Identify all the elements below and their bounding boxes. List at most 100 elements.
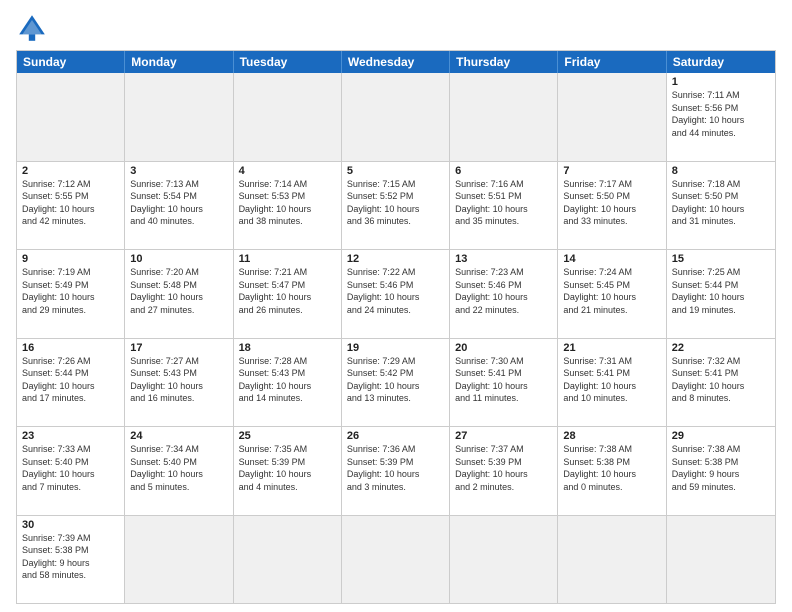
day-number: 3 <box>130 165 227 177</box>
day-info: Sunrise: 7:25 AM Sunset: 5:44 PM Dayligh… <box>672 266 770 316</box>
day-info: Sunrise: 7:36 AM Sunset: 5:39 PM Dayligh… <box>347 443 444 493</box>
day-number: 1 <box>672 76 770 88</box>
day-info: Sunrise: 7:17 AM Sunset: 5:50 PM Dayligh… <box>563 178 660 228</box>
day-info: Sunrise: 7:20 AM Sunset: 5:48 PM Dayligh… <box>130 266 227 316</box>
logo <box>16 12 52 44</box>
calendar-header: SundayMondayTuesdayWednesdayThursdayFrid… <box>17 51 775 73</box>
day-number: 26 <box>347 430 444 442</box>
calendar-cell <box>234 73 342 161</box>
day-info: Sunrise: 7:39 AM Sunset: 5:38 PM Dayligh… <box>22 532 119 582</box>
calendar-cell: 4Sunrise: 7:14 AM Sunset: 5:53 PM Daylig… <box>234 162 342 250</box>
day-info: Sunrise: 7:21 AM Sunset: 5:47 PM Dayligh… <box>239 266 336 316</box>
day-info: Sunrise: 7:34 AM Sunset: 5:40 PM Dayligh… <box>130 443 227 493</box>
day-info: Sunrise: 7:38 AM Sunset: 5:38 PM Dayligh… <box>563 443 660 493</box>
day-number: 17 <box>130 342 227 354</box>
weekday-header: Saturday <box>667 51 775 73</box>
calendar-cell: 1Sunrise: 7:11 AM Sunset: 5:56 PM Daylig… <box>667 73 775 161</box>
day-number: 7 <box>563 165 660 177</box>
day-info: Sunrise: 7:33 AM Sunset: 5:40 PM Dayligh… <box>22 443 119 493</box>
calendar-cell <box>450 73 558 161</box>
day-number: 6 <box>455 165 552 177</box>
day-info: Sunrise: 7:14 AM Sunset: 5:53 PM Dayligh… <box>239 178 336 228</box>
day-info: Sunrise: 7:16 AM Sunset: 5:51 PM Dayligh… <box>455 178 552 228</box>
day-info: Sunrise: 7:23 AM Sunset: 5:46 PM Dayligh… <box>455 266 552 316</box>
calendar-cell <box>558 73 666 161</box>
calendar-cell <box>342 73 450 161</box>
calendar-cell: 27Sunrise: 7:37 AM Sunset: 5:39 PM Dayli… <box>450 427 558 515</box>
day-number: 10 <box>130 253 227 265</box>
calendar-row: 9Sunrise: 7:19 AM Sunset: 5:49 PM Daylig… <box>17 250 775 339</box>
calendar-cell: 6Sunrise: 7:16 AM Sunset: 5:51 PM Daylig… <box>450 162 558 250</box>
header <box>16 12 776 44</box>
calendar-cell: 22Sunrise: 7:32 AM Sunset: 5:41 PM Dayli… <box>667 339 775 427</box>
calendar-cell: 3Sunrise: 7:13 AM Sunset: 5:54 PM Daylig… <box>125 162 233 250</box>
weekday-header: Wednesday <box>342 51 450 73</box>
day-number: 20 <box>455 342 552 354</box>
day-number: 15 <box>672 253 770 265</box>
day-info: Sunrise: 7:30 AM Sunset: 5:41 PM Dayligh… <box>455 355 552 405</box>
day-number: 30 <box>22 519 119 531</box>
calendar-cell: 11Sunrise: 7:21 AM Sunset: 5:47 PM Dayli… <box>234 250 342 338</box>
calendar-row: 23Sunrise: 7:33 AM Sunset: 5:40 PM Dayli… <box>17 427 775 516</box>
weekday-header: Sunday <box>17 51 125 73</box>
day-number: 24 <box>130 430 227 442</box>
day-number: 2 <box>22 165 119 177</box>
day-info: Sunrise: 7:32 AM Sunset: 5:41 PM Dayligh… <box>672 355 770 405</box>
day-info: Sunrise: 7:37 AM Sunset: 5:39 PM Dayligh… <box>455 443 552 493</box>
page: SundayMondayTuesdayWednesdayThursdayFrid… <box>0 0 792 612</box>
weekday-header: Monday <box>125 51 233 73</box>
day-number: 16 <box>22 342 119 354</box>
day-info: Sunrise: 7:38 AM Sunset: 5:38 PM Dayligh… <box>672 443 770 493</box>
day-number: 11 <box>239 253 336 265</box>
day-info: Sunrise: 7:35 AM Sunset: 5:39 PM Dayligh… <box>239 443 336 493</box>
day-number: 5 <box>347 165 444 177</box>
calendar-cell <box>17 73 125 161</box>
day-info: Sunrise: 7:26 AM Sunset: 5:44 PM Dayligh… <box>22 355 119 405</box>
day-info: Sunrise: 7:18 AM Sunset: 5:50 PM Dayligh… <box>672 178 770 228</box>
calendar-cell: 8Sunrise: 7:18 AM Sunset: 5:50 PM Daylig… <box>667 162 775 250</box>
day-info: Sunrise: 7:19 AM Sunset: 5:49 PM Dayligh… <box>22 266 119 316</box>
calendar-cell: 29Sunrise: 7:38 AM Sunset: 5:38 PM Dayli… <box>667 427 775 515</box>
calendar-row: 30Sunrise: 7:39 AM Sunset: 5:38 PM Dayli… <box>17 516 775 604</box>
day-number: 28 <box>563 430 660 442</box>
calendar-cell: 18Sunrise: 7:28 AM Sunset: 5:43 PM Dayli… <box>234 339 342 427</box>
day-number: 22 <box>672 342 770 354</box>
day-info: Sunrise: 7:24 AM Sunset: 5:45 PM Dayligh… <box>563 266 660 316</box>
calendar-cell <box>234 516 342 604</box>
calendar-row: 16Sunrise: 7:26 AM Sunset: 5:44 PM Dayli… <box>17 339 775 428</box>
day-info: Sunrise: 7:12 AM Sunset: 5:55 PM Dayligh… <box>22 178 119 228</box>
weekday-header: Tuesday <box>234 51 342 73</box>
calendar-cell <box>558 516 666 604</box>
calendar-cell: 16Sunrise: 7:26 AM Sunset: 5:44 PM Dayli… <box>17 339 125 427</box>
calendar-cell: 15Sunrise: 7:25 AM Sunset: 5:44 PM Dayli… <box>667 250 775 338</box>
calendar-cell: 25Sunrise: 7:35 AM Sunset: 5:39 PM Dayli… <box>234 427 342 515</box>
day-info: Sunrise: 7:11 AM Sunset: 5:56 PM Dayligh… <box>672 89 770 139</box>
day-number: 19 <box>347 342 444 354</box>
day-number: 25 <box>239 430 336 442</box>
day-number: 21 <box>563 342 660 354</box>
day-info: Sunrise: 7:27 AM Sunset: 5:43 PM Dayligh… <box>130 355 227 405</box>
day-number: 8 <box>672 165 770 177</box>
calendar-cell: 9Sunrise: 7:19 AM Sunset: 5:49 PM Daylig… <box>17 250 125 338</box>
day-info: Sunrise: 7:15 AM Sunset: 5:52 PM Dayligh… <box>347 178 444 228</box>
calendar-cell <box>667 516 775 604</box>
calendar-cell: 17Sunrise: 7:27 AM Sunset: 5:43 PM Dayli… <box>125 339 233 427</box>
day-number: 18 <box>239 342 336 354</box>
calendar-cell <box>125 73 233 161</box>
calendar-cell: 28Sunrise: 7:38 AM Sunset: 5:38 PM Dayli… <box>558 427 666 515</box>
calendar-cell: 19Sunrise: 7:29 AM Sunset: 5:42 PM Dayli… <box>342 339 450 427</box>
calendar-cell: 7Sunrise: 7:17 AM Sunset: 5:50 PM Daylig… <box>558 162 666 250</box>
day-info: Sunrise: 7:29 AM Sunset: 5:42 PM Dayligh… <box>347 355 444 405</box>
calendar-cell: 10Sunrise: 7:20 AM Sunset: 5:48 PM Dayli… <box>125 250 233 338</box>
calendar-cell: 14Sunrise: 7:24 AM Sunset: 5:45 PM Dayli… <box>558 250 666 338</box>
day-number: 4 <box>239 165 336 177</box>
day-info: Sunrise: 7:22 AM Sunset: 5:46 PM Dayligh… <box>347 266 444 316</box>
day-info: Sunrise: 7:31 AM Sunset: 5:41 PM Dayligh… <box>563 355 660 405</box>
calendar-body: 1Sunrise: 7:11 AM Sunset: 5:56 PM Daylig… <box>17 73 775 603</box>
calendar-cell: 13Sunrise: 7:23 AM Sunset: 5:46 PM Dayli… <box>450 250 558 338</box>
calendar-cell: 24Sunrise: 7:34 AM Sunset: 5:40 PM Dayli… <box>125 427 233 515</box>
day-number: 9 <box>22 253 119 265</box>
calendar-cell: 2Sunrise: 7:12 AM Sunset: 5:55 PM Daylig… <box>17 162 125 250</box>
calendar-row: 1Sunrise: 7:11 AM Sunset: 5:56 PM Daylig… <box>17 73 775 162</box>
day-number: 29 <box>672 430 770 442</box>
